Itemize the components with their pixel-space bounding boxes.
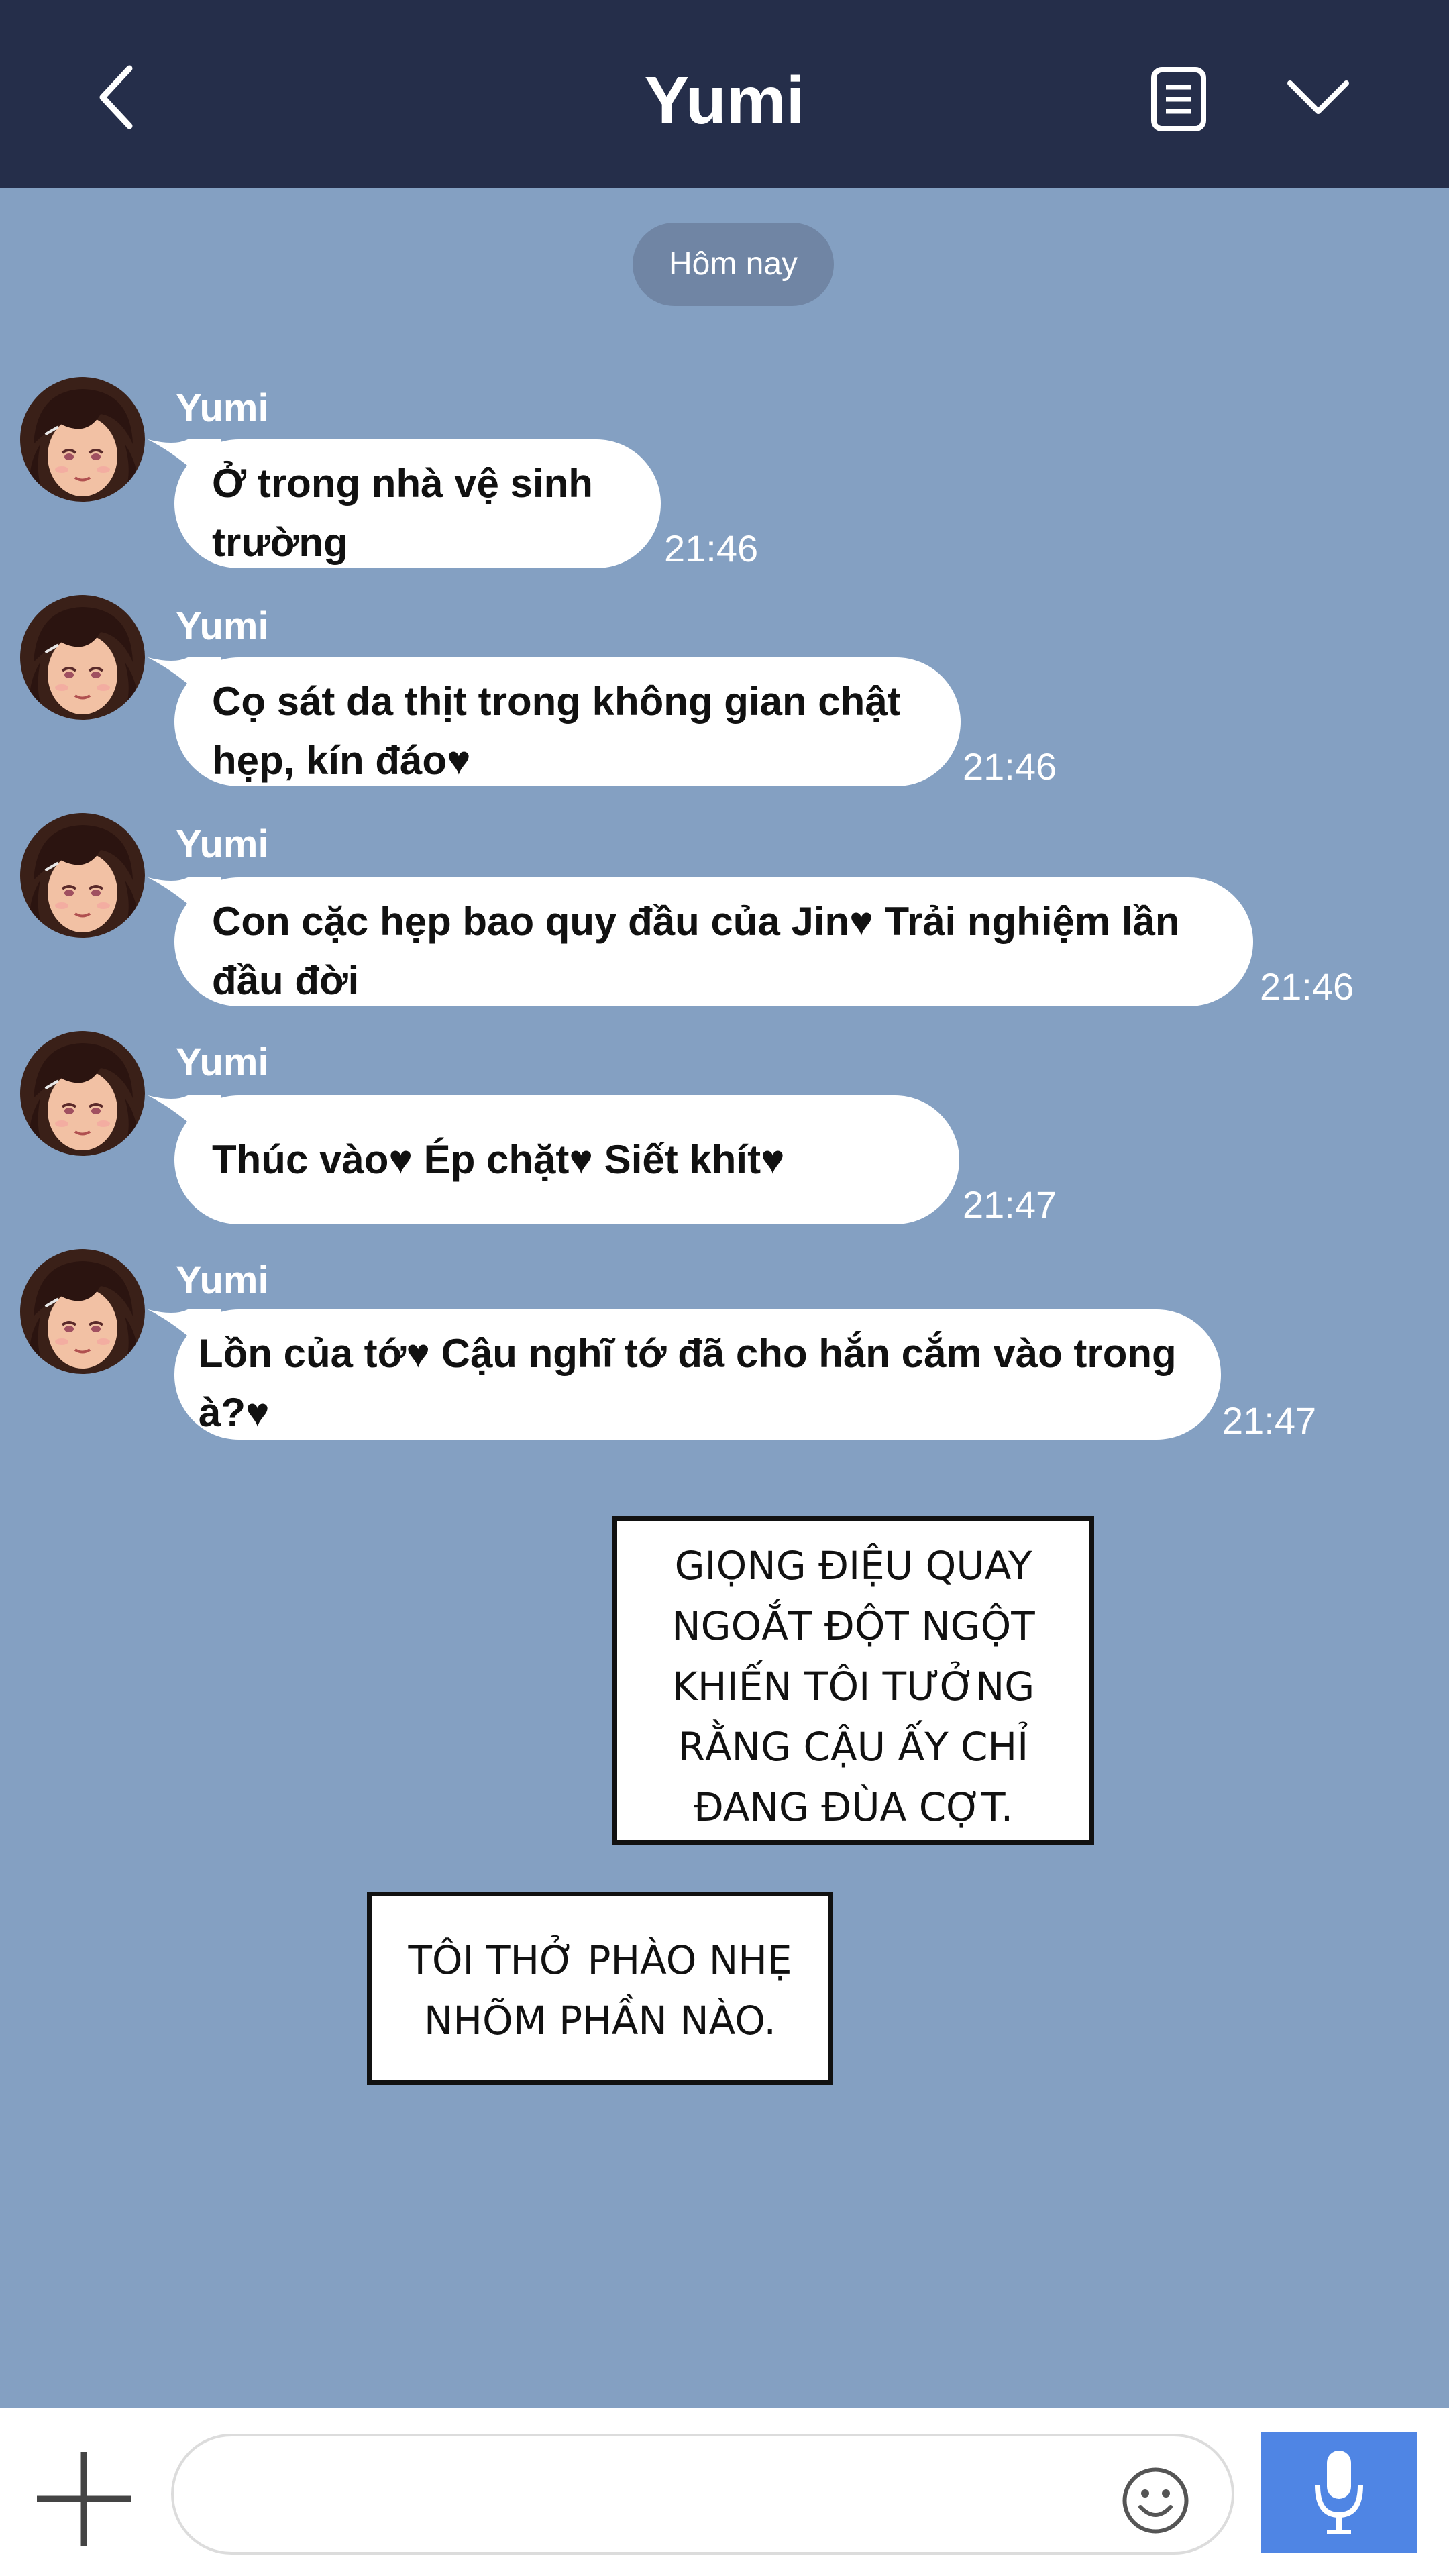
narration-line: NGOẮT ĐỘT NGỘT [672, 1603, 1035, 1649]
narration-line: GIỌNG ĐIỆU QUAY [674, 1543, 1032, 1589]
avatar[interactable] [20, 1031, 145, 1156]
narration-line: KHIẾN TÔI TƯỞNG [672, 1664, 1035, 1709]
narration-line: RẰNG CẬU ẤY CHỈ [678, 1724, 1029, 1770]
sender-name: Yumi [176, 1258, 269, 1302]
message-bubble[interactable]: Con cặc hẹp bao quy đầu của Jin♥ Trải ng… [174, 877, 1253, 1006]
narration-line: ĐANG ĐÙA CỢT. [693, 1784, 1014, 1830]
message-bubble[interactable]: Thúc vào♥ Ép chặt♥ Siết khít♥ [174, 1095, 959, 1224]
attach-button[interactable] [34, 2449, 134, 2549]
plus-icon [37, 2452, 131, 2546]
voice-record-button[interactable] [1261, 2432, 1417, 2553]
sender-name: Yumi [176, 386, 269, 430]
notes-button[interactable] [1147, 66, 1211, 133]
narration-line: TÔI THỞ PHÀO NHẸ [408, 1937, 792, 1983]
message-text: Cọ sát da thịt trong không gian chật hẹp… [212, 679, 901, 783]
narration-box: TÔI THỞ PHÀO NHẸ NHÕM PHẦN NÀO. [367, 1892, 833, 2085]
message-text: Lồn của tớ♥ Cậu nghĩ tớ đã cho hắn cắm v… [199, 1331, 1177, 1435]
sender-name: Yumi [176, 822, 269, 866]
message-input-bar [0, 2408, 1449, 2576]
back-button[interactable] [84, 60, 151, 134]
avatar[interactable] [20, 1249, 145, 1374]
smiley-icon [1122, 2467, 1189, 2534]
message-time: 21:47 [1222, 1399, 1317, 1442]
notes-icon [1151, 67, 1206, 131]
avatar[interactable] [20, 813, 145, 938]
microphone-icon [1315, 2451, 1363, 2534]
emoji-button[interactable] [1120, 2465, 1191, 2536]
message-bubble[interactable]: Ở trong nhà vệ sinh trường [174, 439, 661, 568]
chevron-down-icon [1287, 80, 1349, 114]
avatar[interactable] [20, 595, 145, 720]
message-input[interactable] [171, 2434, 1234, 2555]
message-bubble[interactable]: Lồn của tớ♥ Cậu nghĩ tớ đã cho hắn cắm v… [174, 1309, 1221, 1440]
narration-box: GIỌNG ĐIỆU QUAY NGOẮT ĐỘT NGỘT KHIẾN TÔI… [612, 1516, 1094, 1845]
message-time: 21:46 [664, 527, 759, 570]
chevron-left-icon [99, 65, 133, 129]
message-text: Ở trong nhà vệ sinh trường [212, 461, 593, 565]
avatar[interactable] [20, 377, 145, 502]
dropdown-button[interactable] [1285, 74, 1352, 121]
chat-header: Yumi [0, 0, 1449, 188]
date-separator: Hôm nay [633, 223, 834, 306]
sender-name: Yumi [176, 1040, 269, 1084]
sender-name: Yumi [176, 604, 269, 648]
message-text: Thúc vào♥ Ép chặt♥ Siết khít♥ [212, 1137, 785, 1182]
message-time: 21:46 [1260, 965, 1354, 1008]
message-time: 21:47 [963, 1183, 1057, 1226]
message-bubble[interactable]: Cọ sát da thịt trong không gian chật hẹp… [174, 657, 961, 786]
chat-title: Yumi [644, 63, 805, 138]
message-time: 21:46 [963, 745, 1057, 788]
narration-line: NHÕM PHẦN NÀO. [423, 1998, 776, 2043]
message-text: Con cặc hẹp bao quy đầu của Jin♥ Trải ng… [212, 899, 1180, 1003]
